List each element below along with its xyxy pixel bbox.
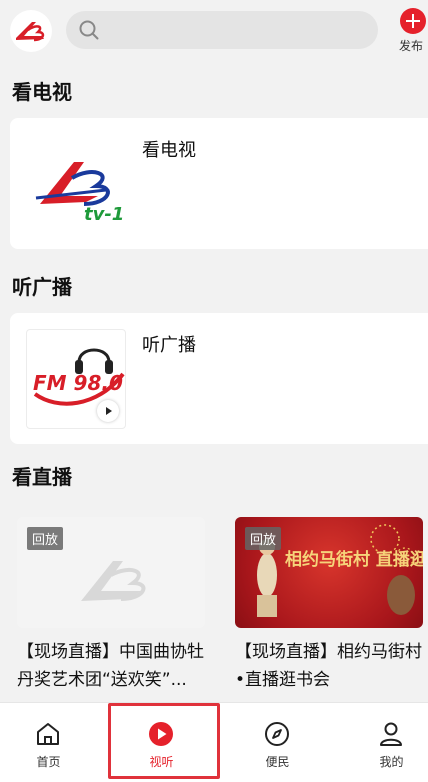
- replay-badge: 回放: [245, 527, 282, 550]
- nav-mine-label: 我的: [379, 755, 404, 769]
- tv-section-title: 看电视: [12, 80, 72, 104]
- replay-badge: 回放: [27, 527, 64, 550]
- svg-text:FM 98.0: FM 98.0: [33, 371, 123, 395]
- plus-icon: [400, 8, 426, 34]
- play-mini-icon[interactable]: [97, 400, 119, 422]
- live-item-title: 【现场直播】中国曲协牡丹奖艺术团“送欢笑”...: [17, 642, 204, 690]
- live-item-thumbnail: 回放: [17, 517, 205, 628]
- live-section-title: 看直播: [12, 465, 72, 489]
- nav-services[interactable]: 便民: [224, 703, 331, 782]
- nav-audiovisual-label: 视听: [149, 755, 174, 769]
- live-item-title: 【现场直播】相约马街村•直播逛书会: [235, 642, 422, 690]
- home-icon: [37, 723, 59, 745]
- radio-section-title: 听广播: [12, 275, 72, 299]
- radio-channel-name: 听广播: [142, 335, 196, 356]
- svg-text:tv-1: tv-1: [84, 204, 124, 225]
- nav-home[interactable]: 首页: [0, 703, 102, 782]
- search-input[interactable]: [66, 11, 378, 49]
- play-circle-icon: [149, 722, 173, 746]
- nav-services-label: 便民: [265, 755, 290, 769]
- tv-logo-icon: tv-1: [35, 162, 124, 225]
- nav-audiovisual[interactable]: 视听: [108, 703, 215, 782]
- live-item[interactable]: 回放 【现场直播】中国曲协牡丹奖艺术团“送欢笑”...: [17, 517, 205, 694]
- tv-channel-card[interactable]: tv-1 看电视: [10, 118, 428, 249]
- publish-label: 发布: [398, 39, 423, 53]
- top-bar: 发布: [0, 0, 428, 64]
- nav-home-label: 首页: [36, 755, 61, 769]
- live-item[interactable]: 相约马街村 直播逛书会 回放 【现场直播】相约马街村•直播逛书会: [235, 517, 423, 694]
- app-logo-icon: [16, 22, 45, 42]
- nav-mine[interactable]: 我的: [338, 703, 428, 782]
- tv-channel-logo: tv-1: [26, 134, 126, 234]
- app-logo[interactable]: [10, 10, 52, 52]
- publish-button[interactable]: 发布: [398, 8, 428, 54]
- live-item-thumbnail: 相约马街村 直播逛书会 回放: [235, 517, 423, 628]
- compass-icon: [265, 722, 289, 746]
- radio-channel-card[interactable]: FM 98.0 听广播: [10, 313, 428, 444]
- bottom-nav: 首页 视听 便民 我的: [0, 702, 428, 782]
- user-icon: [380, 722, 402, 746]
- search-icon: [79, 20, 99, 40]
- radio-channel-logo: FM 98.0: [26, 329, 126, 429]
- tv-channel-name: 看电视: [142, 140, 196, 161]
- svg-text:相约马街村 直播逛书会: 相约马街村 直播逛书会: [285, 549, 423, 570]
